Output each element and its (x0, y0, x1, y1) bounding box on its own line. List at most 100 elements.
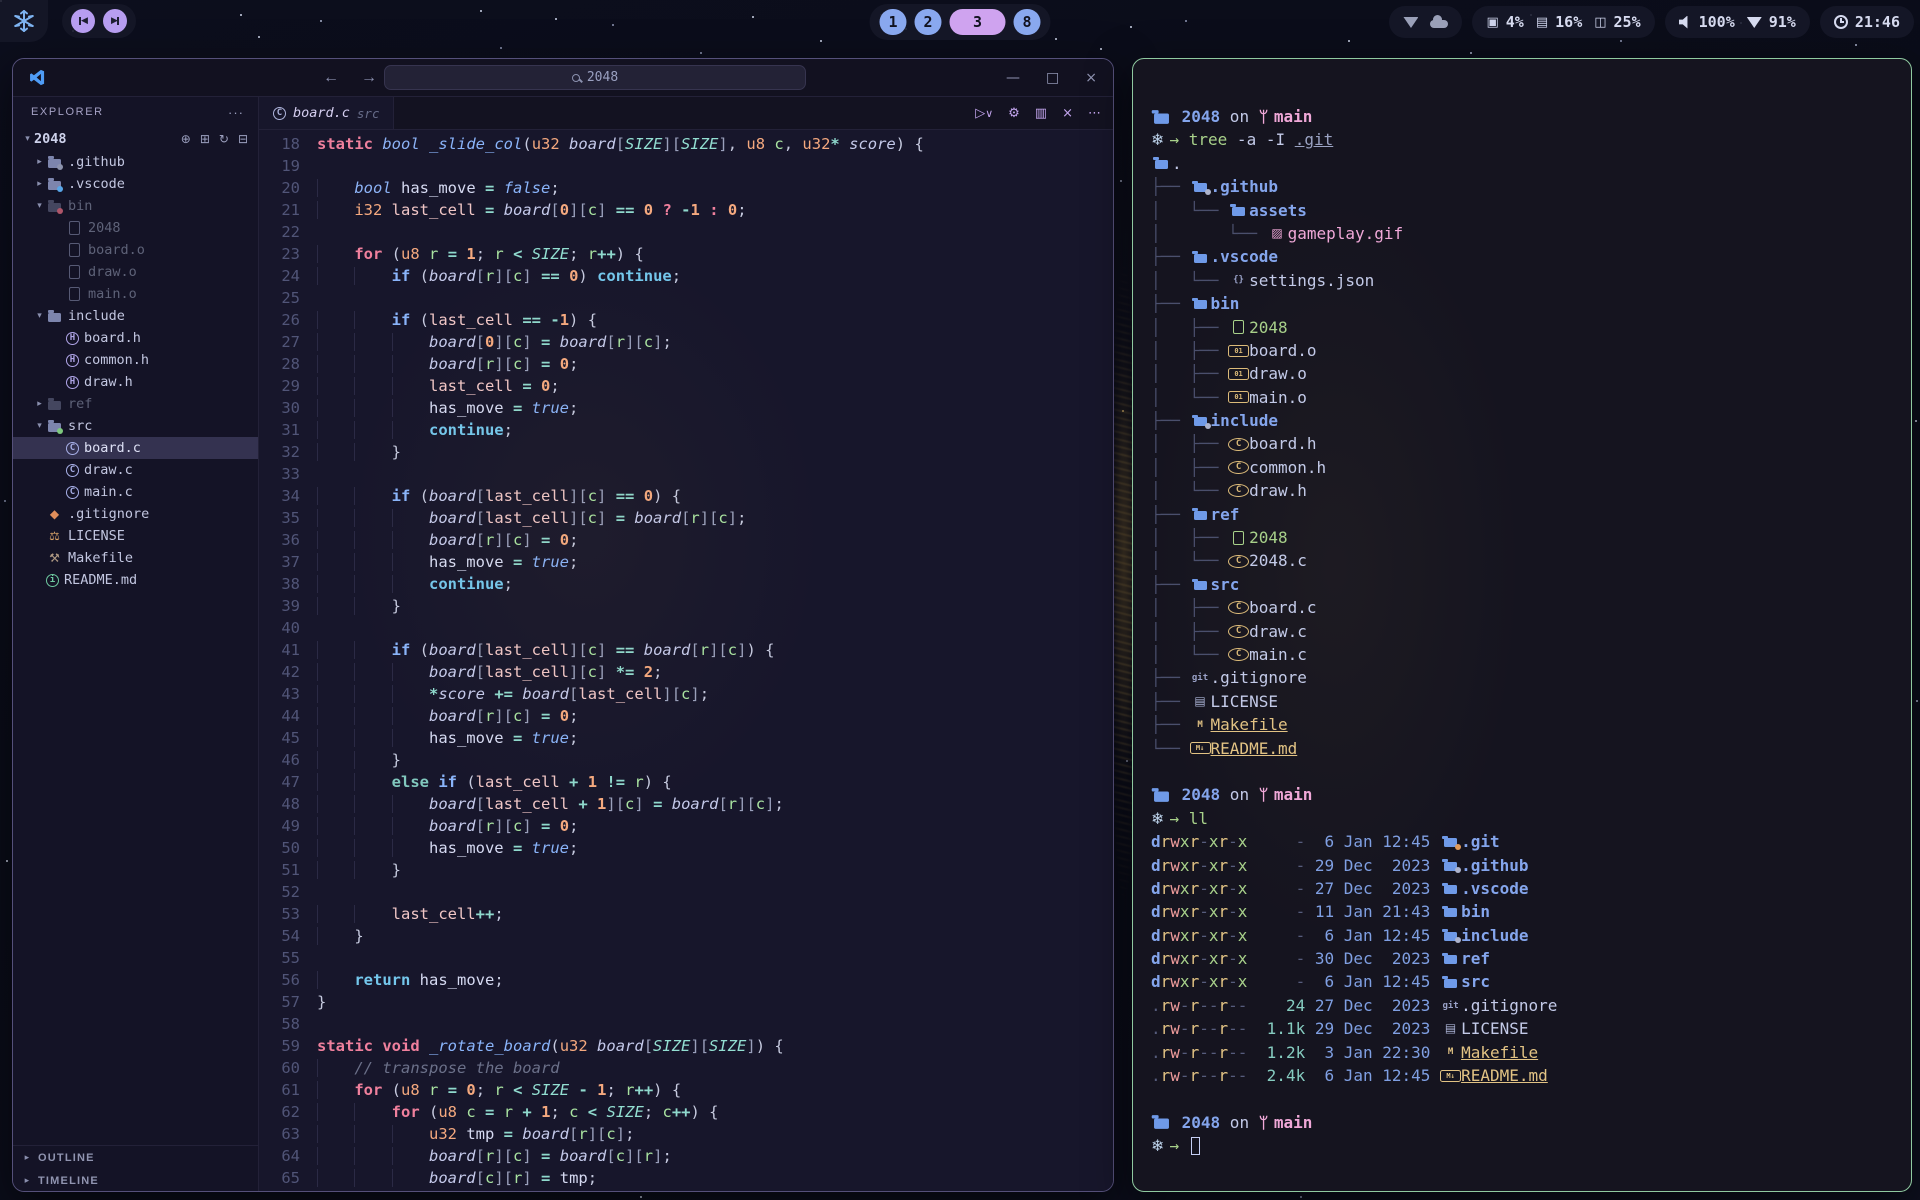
new-file-icon[interactable]: ⊕ (181, 132, 191, 146)
explorer-item-src[interactable]: ▾src (13, 415, 258, 437)
workspace-button-1[interactable]: 1 (880, 9, 907, 35)
workspace-button-8[interactable]: 8 (1014, 9, 1041, 35)
nix-shell-icon: ❄ (1151, 807, 1170, 830)
c-file-icon: C (1228, 601, 1249, 614)
settings-gear-icon[interactable]: ⚙ (1008, 106, 1020, 121)
explorer-item-label: LICENSE (68, 528, 125, 544)
code-line: 48 board[last_cell + 1][c] = board[r][c]… (259, 793, 1113, 815)
explorer-item-2048[interactable]: 2048 (13, 217, 258, 239)
git-folder-icon (1440, 835, 1461, 849)
git-icon: git (1190, 671, 1211, 685)
folder-icon (1149, 787, 1173, 803)
terminal-input[interactable]: ❄ → (1151, 1134, 1893, 1157)
explorer-item-draw.c[interactable]: Cdraw.c (13, 459, 258, 481)
clock-icon (1834, 15, 1848, 29)
close-editor-icon[interactable]: × (1062, 106, 1073, 121)
nav-back-icon[interactable]: ← (323, 69, 339, 87)
code-editor[interactable]: C board.c src ▷∨ ⚙ ▥ × ⋯ 18static bool _… (259, 97, 1113, 1192)
tray-cloud-icon[interactable] (1430, 20, 1448, 28)
explorer-sidebar: EXPLORER ··· ▾ 2048 ⊕ ⊞ ↻ ⊟ ▸.github▸.vs… (13, 97, 259, 1192)
explorer-item-ref[interactable]: ▸ref (13, 393, 258, 415)
line-number: 47 (259, 771, 317, 793)
explorer-item-board.c[interactable]: Cboard.c (13, 437, 258, 459)
media-next-button[interactable]: ▶ (103, 9, 127, 33)
audio-network[interactable]: 100% 91% (1665, 6, 1810, 38)
explorer-item-label: main.o (88, 286, 137, 302)
code-line: 46 } (259, 749, 1113, 771)
tree-entry-assets: │ └── assets (1151, 199, 1893, 222)
explorer-item-Makefile[interactable]: ⚒Makefile (13, 547, 258, 569)
close-button[interactable]: × (1085, 70, 1097, 86)
explorer-item-label: board.c (84, 440, 141, 456)
outline-section[interactable]: ▸ OUTLINE (13, 1146, 258, 1169)
disk-stat: ◫25% (1594, 13, 1640, 31)
terminal-prompt: 2048 on ᛘ main (1151, 105, 1893, 128)
line-number: 62 (259, 1101, 317, 1123)
explorer-item-common.h[interactable]: Hcommon.h (13, 349, 258, 371)
explorer-root-folder[interactable]: ▾ 2048 ⊕ ⊞ ↻ ⊟ (13, 127, 258, 151)
clock-widget[interactable]: 21:46 (1820, 6, 1914, 38)
explorer-item-LICENSE[interactable]: ⚖LICENSE (13, 525, 258, 547)
line-number: 45 (259, 727, 317, 749)
makefile-icon: M (1440, 1045, 1461, 1059)
c-file-icon: C (273, 107, 286, 120)
chevron-right-icon: ▸ (21, 1176, 34, 1186)
explorer-item-draw.o[interactable]: draw.o (13, 261, 258, 283)
markdown-icon: M↓ (1190, 742, 1211, 754)
explorer-item-main.c[interactable]: Cmain.c (13, 481, 258, 503)
search-icon (572, 74, 580, 82)
c-file-icon: C (66, 442, 79, 455)
tree-entry-.github: ├── .github (1151, 175, 1893, 198)
code-line: 41 if (board[last_cell][c] == board[r][c… (259, 639, 1113, 661)
folder-icon (46, 155, 63, 169)
volume-stat: 100% (1679, 13, 1735, 31)
explorer-item-board.o[interactable]: board.o (13, 239, 258, 261)
explorer-item-main.o[interactable]: main.o (13, 283, 258, 305)
explorer-item-include[interactable]: ▾include (13, 305, 258, 327)
explorer-item-.github[interactable]: ▸.github (13, 151, 258, 173)
system-tray[interactable] (1389, 6, 1462, 38)
explorer-item-label: Makefile (68, 550, 133, 566)
code-line: 38 continue; (259, 573, 1113, 595)
line-number: 50 (259, 837, 317, 859)
workspace-button-3[interactable]: 3 (950, 9, 1006, 35)
line-number: 30 (259, 397, 317, 419)
explorer-item-label: common.h (84, 352, 149, 368)
editor-more-icon[interactable]: ⋯ (1088, 106, 1101, 121)
explorer-item-draw.h[interactable]: Hdraw.h (13, 371, 258, 393)
minimize-button[interactable]: — (1006, 70, 1020, 86)
editor-titlebar[interactable]: ← → 2048 — □ × (13, 59, 1113, 97)
tree-entry-.gitignore: ├── git.gitignore (1151, 666, 1893, 689)
refresh-icon[interactable]: ↻ (219, 132, 229, 146)
nixos-menu-button[interactable] (0, 0, 48, 42)
explorer-item-README.md[interactable]: iREADME.md (13, 569, 258, 591)
timeline-section[interactable]: ▸ TIMELINE (13, 1169, 258, 1192)
explorer-item-.gitignore[interactable]: ◆.gitignore (13, 503, 258, 525)
volume-value: 100% (1699, 13, 1735, 31)
media-previous-button[interactable]: ◀ (71, 9, 95, 33)
new-folder-icon[interactable]: ⊞ (200, 132, 210, 146)
system-stats[interactable]: ▣4% ▤16% ◫25% (1472, 6, 1654, 38)
markdown-icon: M↓ (1440, 1070, 1461, 1082)
code-lines: 18static bool _slide_col(u32 board[SIZE]… (259, 130, 1113, 1189)
maximize-button[interactable]: □ (1046, 70, 1059, 86)
nav-forward-icon[interactable]: → (361, 69, 377, 87)
explorer-more-icon[interactable]: ··· (228, 105, 244, 120)
run-code-icon[interactable]: ▷∨ (975, 106, 993, 121)
tab-board-c[interactable]: C board.c src (259, 97, 394, 129)
window-terminal[interactable]: 2048 on ᛘ main❄ → tree -a -I .git.├── .g… (1132, 58, 1912, 1192)
workspace-button-2[interactable]: 2 (915, 9, 942, 35)
explorer-item-.vscode[interactable]: ▸.vscode (13, 173, 258, 195)
line-number: 64 (259, 1145, 317, 1167)
line-number: 28 (259, 353, 317, 375)
code-line: 58 (259, 1013, 1113, 1035)
explorer-item-board.h[interactable]: Hboard.h (13, 327, 258, 349)
terminal-cursor (1191, 1137, 1200, 1155)
tree-entry-board.o: │ ├── 01board.o (1151, 339, 1893, 362)
command-search-input[interactable]: 2048 (384, 65, 806, 90)
tray-wifi-icon[interactable] (1403, 16, 1418, 28)
collapse-all-icon[interactable]: ⊟ (238, 132, 248, 146)
line-number: 49 (259, 815, 317, 837)
split-editor-icon[interactable]: ▥ (1035, 106, 1047, 121)
explorer-item-bin[interactable]: ▾bin (13, 195, 258, 217)
